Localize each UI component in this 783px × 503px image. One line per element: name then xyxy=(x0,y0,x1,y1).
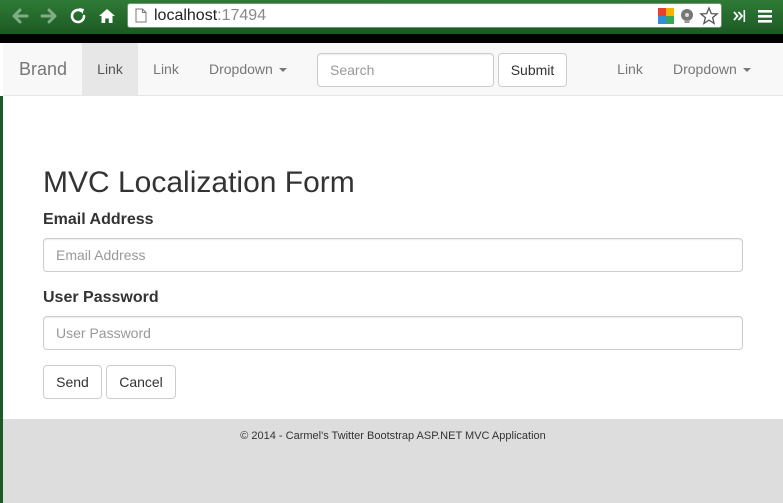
forward-button[interactable] xyxy=(38,5,60,27)
send-button[interactable]: Send xyxy=(43,365,102,399)
home-icon xyxy=(99,9,115,23)
overflow-chevron-icon[interactable] xyxy=(732,7,746,25)
menu-icon[interactable] xyxy=(757,7,773,25)
cancel-button[interactable]: Cancel xyxy=(106,365,176,399)
password-field[interactable] xyxy=(43,316,743,350)
navbar-brand[interactable]: Brand xyxy=(3,43,83,95)
lightbulb-icon[interactable] xyxy=(678,7,696,25)
nav-dropdown[interactable]: Dropdown xyxy=(194,43,302,95)
search-input[interactable] xyxy=(317,53,494,87)
extension-icons xyxy=(657,6,719,26)
extension-icon[interactable] xyxy=(657,7,675,25)
caret-down-icon xyxy=(742,68,751,73)
home-button[interactable] xyxy=(96,5,118,27)
navbar: Brand Link Link Dropdown Submit Link Dro… xyxy=(3,43,783,96)
page-title: MVC Localization Form xyxy=(43,166,355,199)
nav-dropdown-right[interactable]: Dropdown xyxy=(658,43,766,95)
email-field[interactable] xyxy=(43,238,743,272)
caret-down-icon xyxy=(278,68,287,73)
page-icon xyxy=(135,8,147,23)
back-arrow-icon xyxy=(12,8,29,24)
reload-icon xyxy=(70,8,86,24)
nav-dropdown-label: Dropdown xyxy=(209,61,273,77)
nav-dropdown-right-label: Dropdown xyxy=(673,61,737,77)
submit-button[interactable]: Submit xyxy=(498,53,567,87)
star-icon[interactable] xyxy=(699,6,719,26)
nav-link-right[interactable]: Link xyxy=(602,43,658,95)
browser-toolbar: localhost:17494 xyxy=(0,0,783,34)
footer: © 2014 - Carmel's Twitter Bootstrap ASP.… xyxy=(3,419,783,503)
nav-link-active[interactable]: Link xyxy=(82,43,138,95)
reload-button[interactable] xyxy=(67,5,89,27)
back-button[interactable] xyxy=(9,5,31,27)
url-port: :17494 xyxy=(217,7,267,24)
url-text: localhost:17494 xyxy=(154,7,266,25)
nav-link[interactable]: Link xyxy=(138,43,194,95)
url-host: localhost xyxy=(154,7,218,24)
toolbar-right xyxy=(730,4,780,28)
footer-copyright: © 2014 - Carmel's Twitter Bootstrap ASP.… xyxy=(240,430,546,442)
browser-divider xyxy=(0,34,783,43)
address-bar[interactable]: localhost:17494 xyxy=(127,3,722,28)
email-label: Email Address xyxy=(43,211,154,228)
password-label: User Password xyxy=(43,289,159,306)
browser-window: localhost:17494 Brand Link Link Dropdown… xyxy=(0,0,783,503)
forward-arrow-icon xyxy=(40,8,57,24)
